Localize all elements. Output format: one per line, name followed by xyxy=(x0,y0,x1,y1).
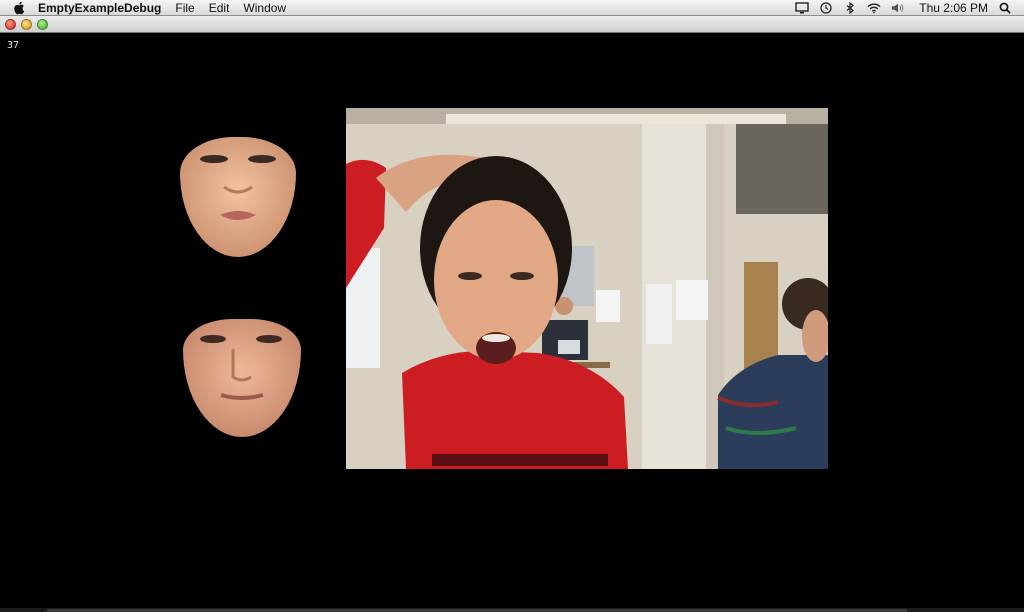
menu-clock[interactable]: Thu 2:06 PM xyxy=(919,1,988,15)
minimize-window-button[interactable] xyxy=(21,19,32,30)
menu-bar: EmptyExampleDebug File Edit Window Thu 2… xyxy=(0,0,1024,16)
fps-counter: 37 xyxy=(7,40,20,51)
apple-icon[interactable] xyxy=(14,1,28,15)
extracted-face-image xyxy=(180,137,296,257)
app-menu[interactable]: EmptyExampleDebug xyxy=(38,1,161,15)
spotlight-icon[interactable] xyxy=(998,2,1012,14)
extracted-face-image xyxy=(183,319,301,437)
close-window-button[interactable] xyxy=(5,19,16,30)
camera-feed xyxy=(346,108,828,469)
wifi-icon[interactable] xyxy=(867,2,881,14)
bluetooth-icon[interactable] xyxy=(843,1,857,14)
status-area: Thu 2:06 PM xyxy=(795,1,1024,15)
zoom-window-button[interactable] xyxy=(37,19,48,30)
bottom-strip xyxy=(0,608,1024,612)
time-machine-icon[interactable] xyxy=(819,1,833,14)
window-titlebar[interactable] xyxy=(0,16,1024,33)
display-icon[interactable] xyxy=(795,1,809,14)
menu-edit[interactable]: Edit xyxy=(209,1,230,15)
volume-icon[interactable] xyxy=(891,2,905,14)
app-canvas[interactable]: 37 xyxy=(0,34,1024,612)
menu-file[interactable]: File xyxy=(175,1,194,15)
menu-window[interactable]: Window xyxy=(243,1,286,15)
